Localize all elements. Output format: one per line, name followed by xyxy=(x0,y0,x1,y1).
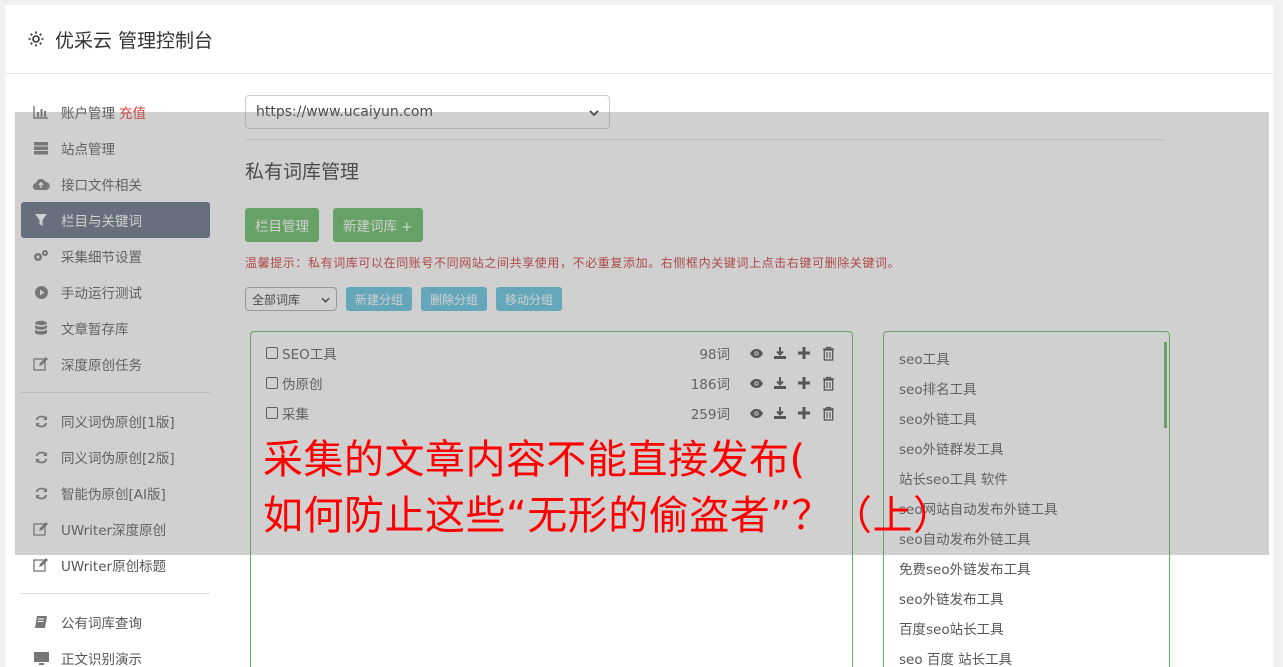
gear-icon xyxy=(27,30,45,48)
book-icon xyxy=(32,614,50,630)
keyword-item[interactable]: 百度seo站长工具 xyxy=(884,613,1169,643)
monitor-icon xyxy=(32,650,50,666)
page-title: 优采云 管理控制台 xyxy=(55,29,214,52)
sidebar-item-c-0[interactable]: 公有词库查询 xyxy=(21,604,210,640)
sidebar-item-c-1[interactable]: 正文识别演示 xyxy=(21,640,210,667)
edit-icon xyxy=(32,557,50,573)
sidebar-item-label: UWriter原创标题 xyxy=(61,559,167,575)
caption-line-2: 如何防止这些“无形的偷盗者”？（上） xyxy=(263,493,954,539)
keyword-item[interactable]: seo 百度 站长工具 xyxy=(884,643,1169,667)
sidebar-item-label: 公有词库查询 xyxy=(61,616,142,632)
keyword-item[interactable]: seo外链发布工具 xyxy=(884,583,1169,613)
sidebar-item-label: 正文识别演示 xyxy=(61,652,142,667)
header: 优采云 管理控制台 xyxy=(5,5,1273,74)
overlay-caption: 采集的文章内容不能直接发布( 如何防止这些“无形的偷盗者”？（上） xyxy=(263,432,953,544)
keyword-item[interactable]: 免费seo外链发布工具 xyxy=(884,553,1169,583)
caption-line-1: 采集的文章内容不能直接发布( xyxy=(263,437,806,483)
nav-divider xyxy=(21,593,210,594)
